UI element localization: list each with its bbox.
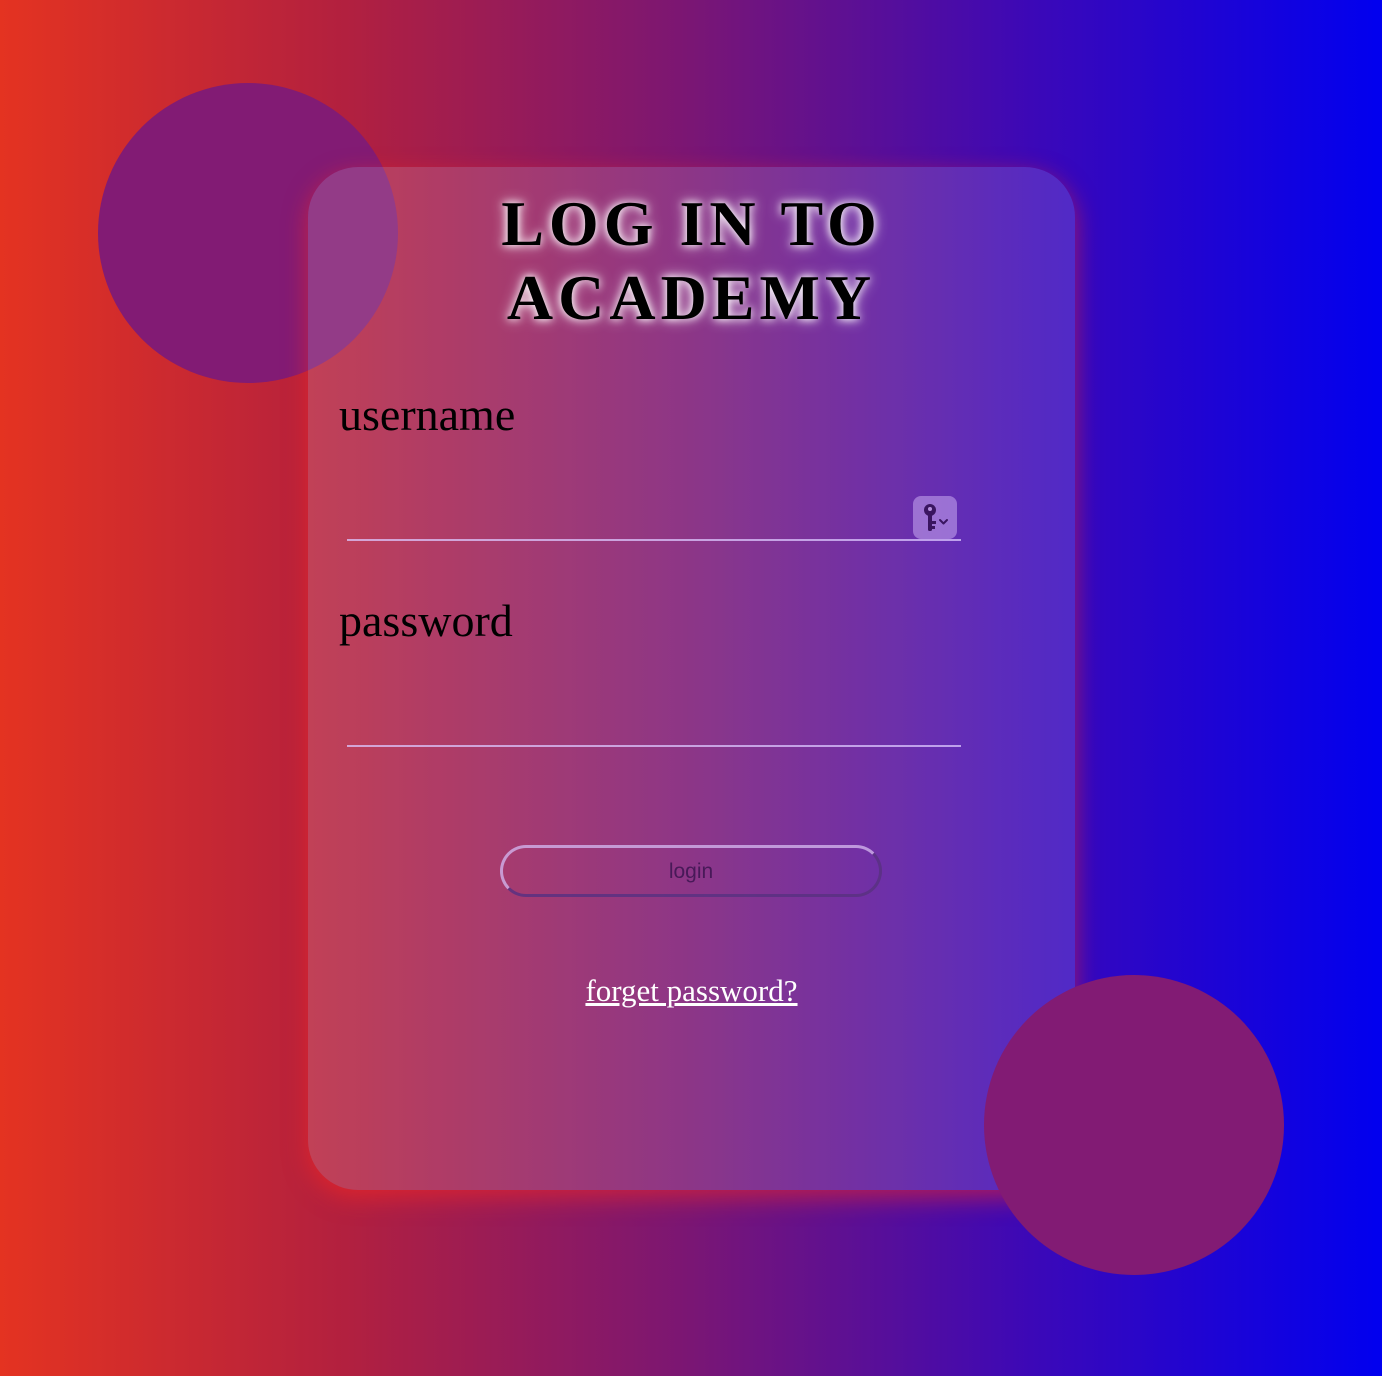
username-label: username (339, 389, 516, 440)
page-title: LOG IN TO ACADEMY (308, 187, 1075, 335)
title-line-1: LOG IN TO (501, 188, 882, 259)
key-icon (924, 503, 948, 531)
forgot-password-container: forget password? (308, 973, 1075, 1009)
password-label: password (339, 595, 513, 646)
login-button[interactable]: login (500, 845, 882, 897)
password-autofill-button[interactable] (913, 496, 957, 539)
username-field[interactable] (347, 499, 961, 541)
forgot-password-link[interactable]: forget password? (585, 973, 797, 1008)
login-card: LOG IN TO ACADEMY username password logi… (308, 167, 1075, 1190)
title-line-2: ACADEMY (506, 262, 877, 333)
password-field[interactable] (347, 705, 961, 747)
decorative-circle-bottom (984, 975, 1284, 1275)
